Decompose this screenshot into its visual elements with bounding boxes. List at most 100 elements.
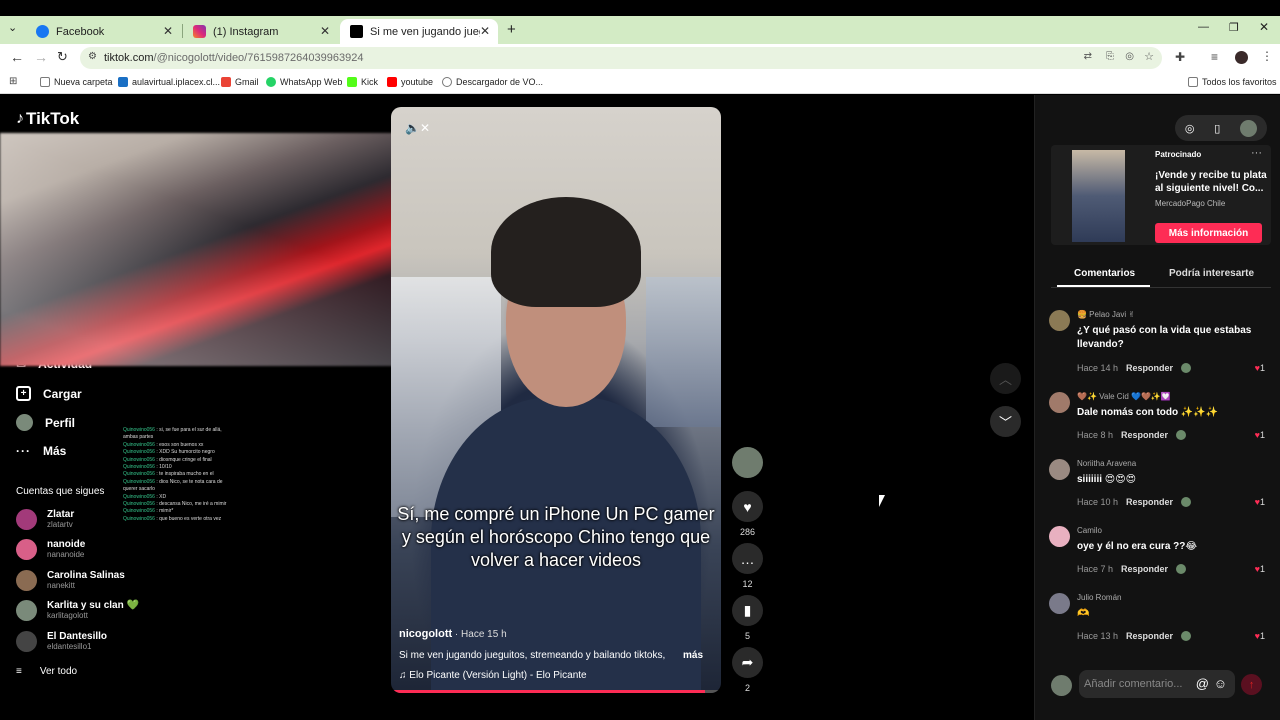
ad-options-icon[interactable]: ··· xyxy=(1251,147,1262,159)
tab-comentarios[interactable]: Comentarios xyxy=(1074,268,1135,279)
sidebar-item-label: Perfil xyxy=(45,415,76,430)
comment-like[interactable]: ♥1 xyxy=(1255,363,1265,373)
tab-facebook[interactable]: Facebook ✕ xyxy=(26,19,181,44)
install-icon[interactable]: ⎘ xyxy=(1106,51,1114,62)
tab-instagram[interactable]: (1) Instagram ✕ xyxy=(183,19,338,44)
reload-icon[interactable]: ↻ xyxy=(57,49,68,65)
send-comment-button[interactable]: ↑ xyxy=(1241,674,1262,695)
address-bar[interactable]: ⚙ tiktok.com/@nicogolott/video/761598726… xyxy=(80,47,1162,69)
following-account[interactable]: Zlatar zlatartv xyxy=(16,509,74,530)
site-info-icon[interactable]: ⚙ xyxy=(88,51,97,62)
following-account[interactable]: Karlita y su clan 💚 karlitagolott xyxy=(16,600,139,621)
reply-button[interactable]: Responder xyxy=(1121,564,1168,574)
video-description: Si me ven jugando jueguitos, stremeando … xyxy=(399,650,666,661)
avatar[interactable] xyxy=(1049,392,1070,413)
bookmarks-bar: ⊞ Nueva carpeta aulavirtual.iplacex.cl..… xyxy=(0,72,1280,94)
bookmark-icon[interactable]: ▮ xyxy=(732,595,763,626)
comment-icon[interactable]: … xyxy=(732,543,763,574)
eye-off-icon[interactable]: ◎ xyxy=(1125,51,1134,62)
mention-icon[interactable]: @ xyxy=(1196,676,1209,691)
reply-button[interactable]: Responder xyxy=(1126,363,1173,373)
close-tab-icon[interactable]: ✕ xyxy=(163,24,173,38)
close-window-icon[interactable]: ✕ xyxy=(1259,20,1269,34)
user-avatar[interactable] xyxy=(1240,119,1258,137)
tab-tiktok-video[interactable]: Si me ven jugando jueguitos, st ✕ xyxy=(340,19,498,44)
next-video-button[interactable]: ﹀ xyxy=(990,406,1021,437)
forward-icon[interactable]: → xyxy=(34,49,48,65)
tab-list-chevron-icon[interactable]: ⌄ xyxy=(8,21,17,34)
reply-button[interactable]: Responder xyxy=(1126,631,1173,641)
sidebar-item-cargar[interactable]: + Cargar xyxy=(16,386,82,401)
bookmark-item[interactable]: Gmail xyxy=(221,77,259,87)
ad-title[interactable]: ¡Vende y recibe tu plata al siguiente ni… xyxy=(1155,169,1267,195)
comment-author[interactable]: Camilo xyxy=(1077,526,1102,535)
following-account[interactable]: Carolina Salinas nanekitt xyxy=(16,570,125,591)
sidebar-item-perfil[interactable]: Perfil xyxy=(16,414,75,431)
bookmark-item[interactable]: Nueva carpeta xyxy=(40,77,113,87)
add-comment-input[interactable]: Añadir comentario... @ ☺ xyxy=(1079,670,1235,698)
following-account[interactable]: El Dantesillo eldantesillo1 xyxy=(16,631,107,652)
avatar[interactable] xyxy=(1049,310,1070,331)
emoji-icon[interactable]: ☺ xyxy=(1214,676,1227,691)
see-all-link[interactable]: ≡ Ver todo xyxy=(16,666,77,677)
stream-chat-overlay: Quinowino056 : si, se fue para el sur de… xyxy=(123,427,228,523)
menu-icon[interactable]: ⋮ xyxy=(1261,49,1273,63)
following-account[interactable]: nanoide nananoide xyxy=(16,539,85,560)
translate-icon[interactable]: ⇄ xyxy=(1084,51,1092,62)
picture-in-picture-video[interactable] xyxy=(0,133,415,366)
comment-author[interactable]: 🤎✨ Vale Cid 💙🤎✨💟 xyxy=(1077,392,1171,401)
comment-author[interactable]: 🍔 Pelao Javi ✌ xyxy=(1077,310,1135,319)
bookmark-item[interactable]: Kick xyxy=(347,77,378,87)
bookmark-item[interactable]: youtube xyxy=(387,77,433,87)
bookmark-label: Nueva carpeta xyxy=(54,77,113,87)
video-progress[interactable] xyxy=(391,690,721,693)
comment-author[interactable]: Noriitha Aravena xyxy=(1077,459,1136,468)
close-tab-icon[interactable]: ✕ xyxy=(480,24,490,38)
comment-like[interactable]: ♥1 xyxy=(1255,430,1265,440)
device-icon[interactable]: ▯ xyxy=(1214,122,1220,135)
compass-icon[interactable]: ◎ xyxy=(1185,122,1195,135)
bookmark-star-icon[interactable]: ☆ xyxy=(1144,50,1154,63)
comment-time: Hace 10 h xyxy=(1077,497,1119,507)
comment-like[interactable]: ♥1 xyxy=(1255,497,1265,507)
previous-video-button[interactable]: ︿ xyxy=(990,363,1021,394)
account-user: eldantesillo1 xyxy=(47,642,92,651)
reply-button[interactable]: Responder xyxy=(1121,430,1168,440)
all-bookmarks[interactable]: Todos los favoritos xyxy=(1188,77,1277,87)
close-tab-icon[interactable]: ✕ xyxy=(320,24,330,38)
muted-icon[interactable]: 🔈✕ xyxy=(405,121,430,135)
avatar[interactable] xyxy=(1049,526,1070,547)
creator-avatar[interactable] xyxy=(732,447,763,478)
profile-avatar-icon[interactable] xyxy=(1235,51,1248,64)
chat-line: Quinowino056 : que bueno es verte otra v… xyxy=(123,515,222,522)
heart-icon[interactable]: ♥ xyxy=(732,491,763,522)
comment-author[interactable]: Julio Román xyxy=(1077,593,1121,602)
more-info-button[interactable]: Más información xyxy=(1155,223,1262,243)
folder-icon xyxy=(40,77,50,87)
sidebar-item-mas[interactable]: ··· Más xyxy=(16,444,66,458)
restore-icon[interactable]: ❐ xyxy=(1229,21,1239,34)
back-icon[interactable]: ← xyxy=(10,49,24,65)
minimize-icon[interactable]: — xyxy=(1198,21,1209,33)
video-player[interactable]: 🔈✕ Sí, me compré un iPhone Un PC gamer y… xyxy=(391,107,721,693)
apps-icon[interactable]: ⊞ xyxy=(9,76,17,87)
bookmark-item[interactable]: aulavirtual.iplacex.cl... xyxy=(118,77,220,87)
video-author[interactable]: nicogolott xyxy=(399,628,452,640)
reply-button[interactable]: Responder xyxy=(1126,497,1173,507)
ad-image[interactable] xyxy=(1072,150,1125,242)
video-music[interactable]: ♫ Elo Picante (Versión Light) - Elo Pica… xyxy=(399,670,587,681)
new-tab-button[interactable]: + xyxy=(507,21,516,38)
avatar[interactable] xyxy=(1049,459,1070,480)
avatar[interactable] xyxy=(1049,593,1070,614)
tiktok-logo[interactable]: ♪ TikTok xyxy=(16,109,79,129)
top-icon-group: ◎ ▯ xyxy=(1175,115,1267,141)
more-button[interactable]: más xyxy=(683,650,703,661)
tab-podria-interesarte[interactable]: Podría interesarte xyxy=(1169,268,1254,279)
comment-like[interactable]: ♥1 xyxy=(1255,631,1265,641)
media-icon[interactable]: ≡ xyxy=(1211,50,1218,64)
extensions-icon[interactable]: ✚ xyxy=(1175,50,1185,64)
bookmark-item[interactable]: WhatsApp Web xyxy=(266,77,342,87)
bookmark-item[interactable]: Descargador de VO... xyxy=(442,77,543,87)
share-icon[interactable]: ➦ xyxy=(732,647,763,678)
comment-like[interactable]: ♥1 xyxy=(1255,564,1265,574)
